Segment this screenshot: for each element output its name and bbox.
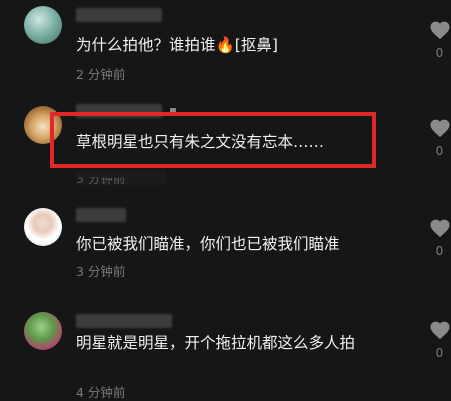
username-blurred[interactable] (76, 314, 172, 328)
like-count: 0 (435, 144, 444, 158)
like-button[interactable]: 0 (428, 218, 451, 258)
like-button[interactable]: 0 (428, 118, 451, 158)
heart-icon (429, 219, 450, 238)
like-count: 0 (435, 346, 444, 360)
comment-text: 明星就是明星，开个拖拉机都这么多人拍 (76, 334, 356, 352)
username-dot (170, 108, 176, 114)
avatar[interactable] (24, 106, 62, 144)
username-blurred[interactable] (76, 8, 162, 22)
comment-text: 草根明星也只有朱之文没有忘本…… (76, 133, 325, 151)
heart-icon (429, 119, 450, 138)
comment-time: 2 分钟前 (76, 67, 126, 82)
avatar[interactable] (24, 208, 62, 246)
avatar[interactable] (24, 312, 62, 350)
comment-text: 你已被我们瞄准，你们也已被我们瞄准 (76, 235, 340, 253)
avatar[interactable] (24, 6, 62, 44)
comment-time: 4 分钟前 (76, 385, 126, 400)
username-blurred[interactable] (76, 208, 126, 222)
comment-text: 为什么拍他？谁拍谁🔥[抠鼻] (76, 36, 278, 54)
comment-time: 3 分钟前 (76, 264, 126, 279)
heart-icon (429, 21, 450, 40)
like-count: 0 (435, 244, 444, 258)
heart-icon (429, 321, 450, 340)
username-blurred[interactable] (76, 104, 162, 118)
like-button[interactable]: 0 (428, 320, 451, 360)
like-button[interactable]: 0 (428, 20, 451, 60)
like-count: 0 (435, 46, 444, 60)
